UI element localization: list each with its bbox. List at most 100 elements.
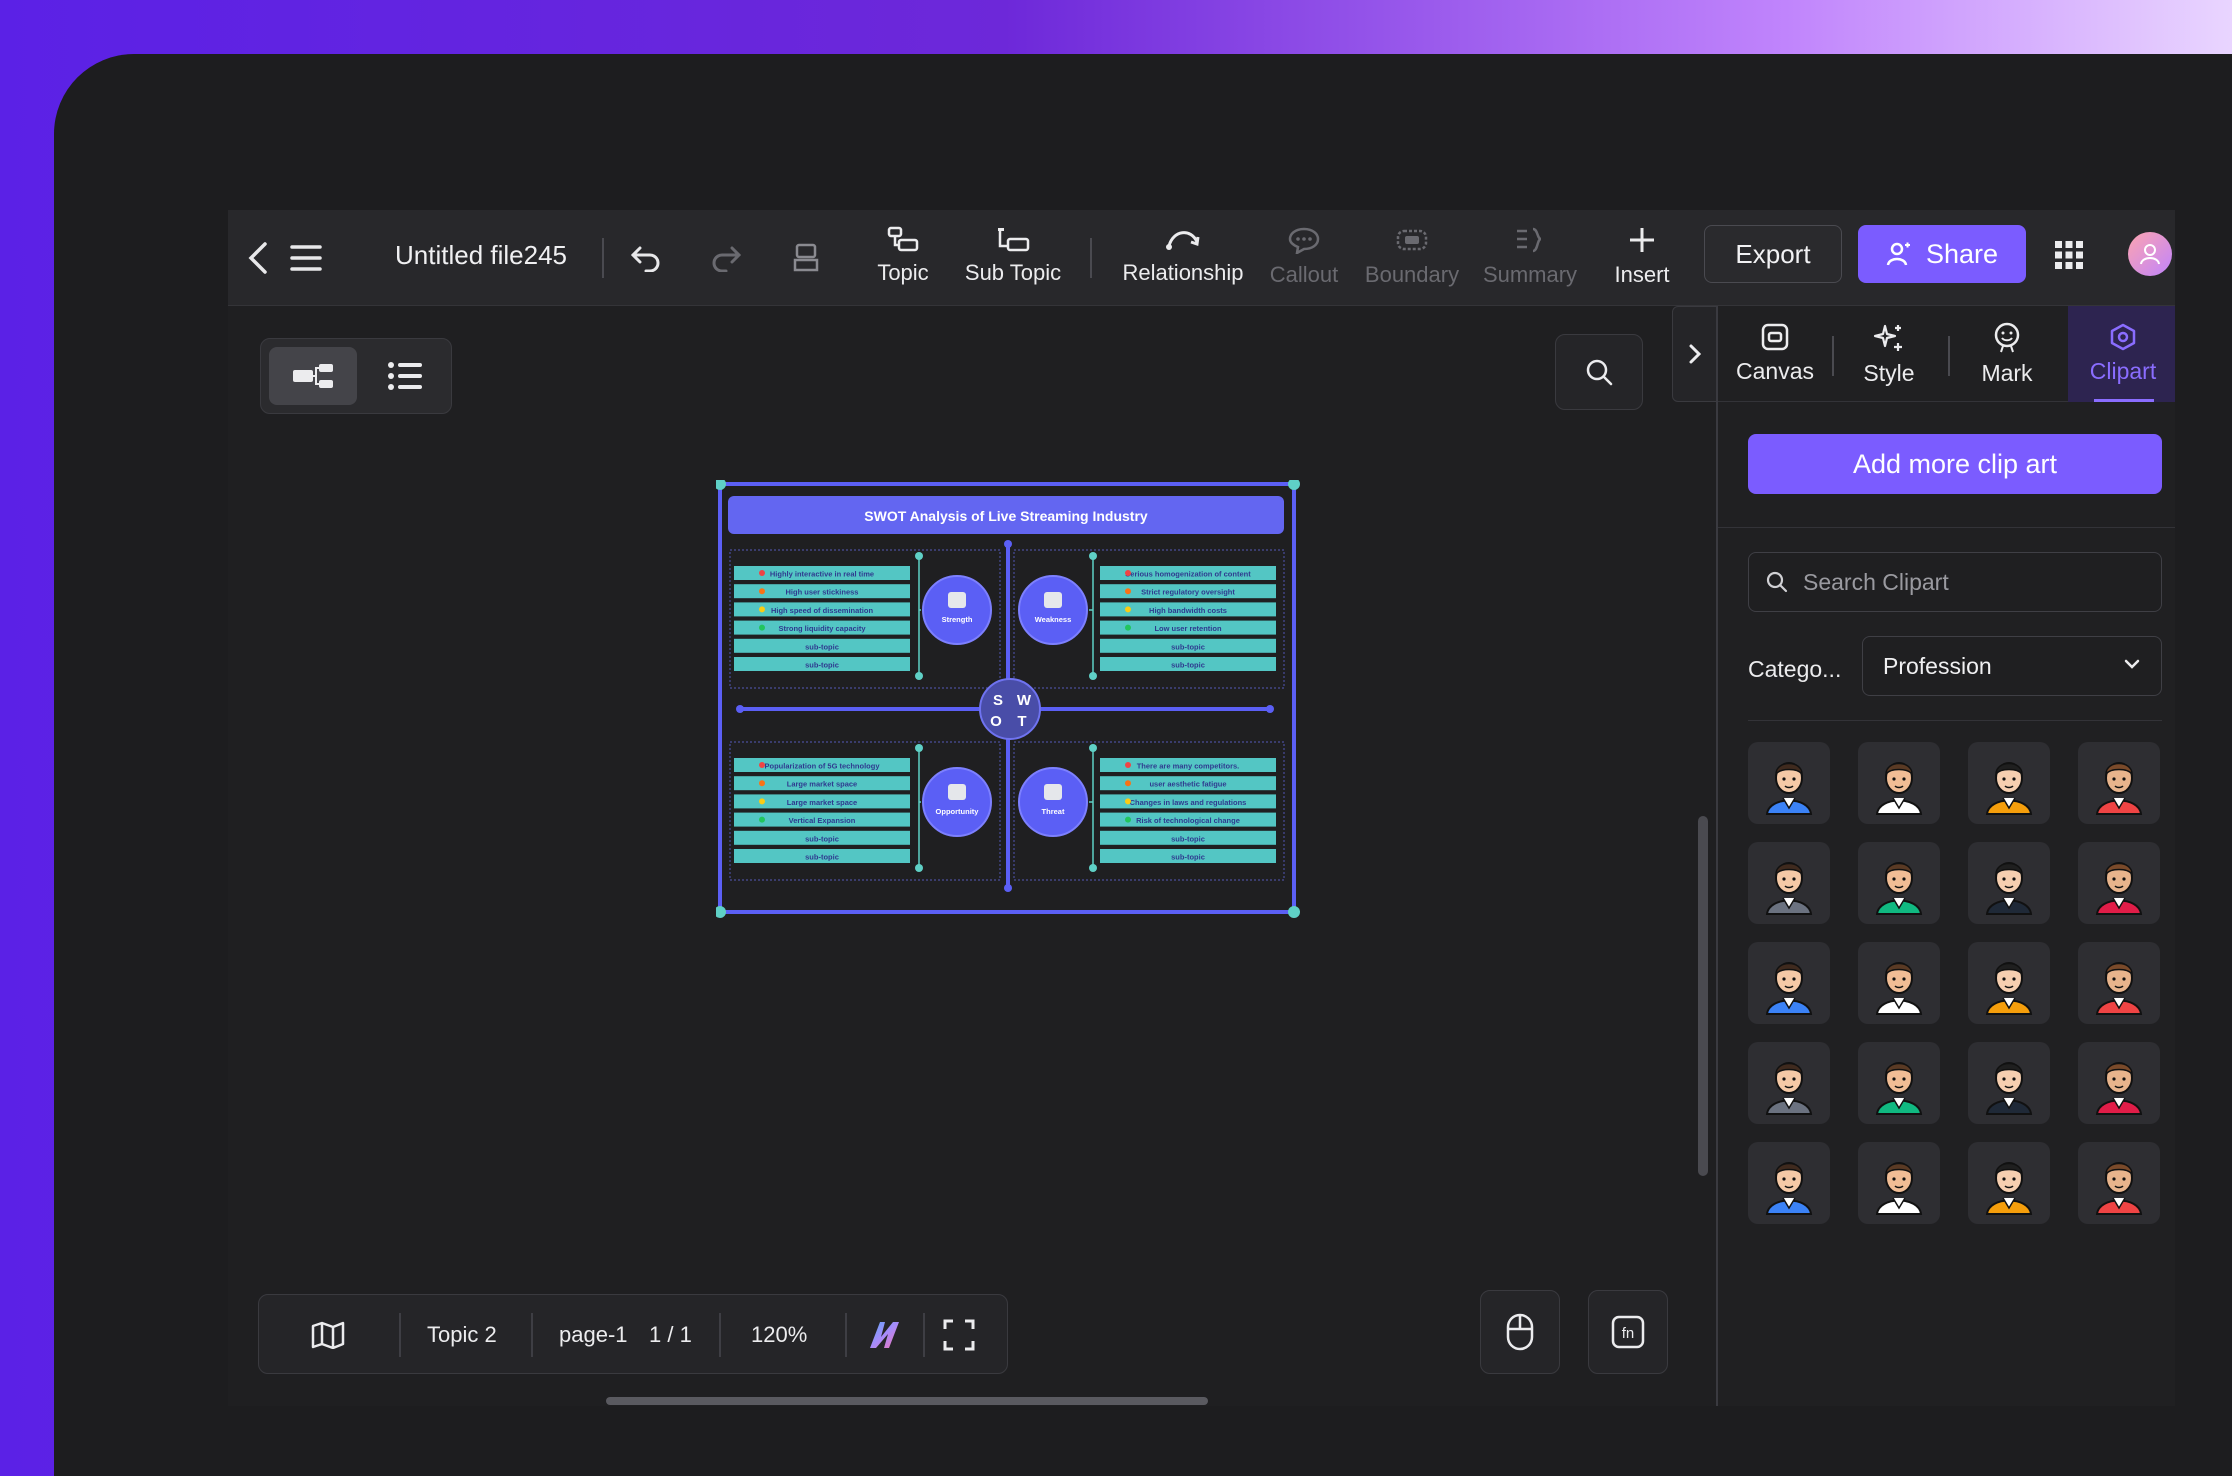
- clipart-grid: [1748, 742, 2168, 1242]
- clipart-item[interactable]: [1858, 942, 1940, 1024]
- topic-button[interactable]: Topic: [868, 220, 938, 296]
- relationship-button[interactable]: Relationship: [1118, 220, 1248, 296]
- profession-avatar-icon: [1875, 962, 1923, 1015]
- profession-avatar-icon: [1875, 762, 1923, 815]
- clipart-item[interactable]: [2078, 942, 2160, 1024]
- outline-view-button[interactable]: [363, 347, 447, 405]
- clipart-item[interactable]: [2078, 742, 2160, 824]
- clipart-search-input[interactable]: [1803, 568, 2143, 596]
- swot-center: [979, 678, 1041, 740]
- clipart-item[interactable]: [1968, 842, 2050, 924]
- clipart-item[interactable]: [1968, 1042, 2050, 1124]
- view-mode-toggle: [260, 338, 452, 414]
- mindmap-view-icon: [293, 364, 333, 388]
- map-overview-button[interactable]: [311, 1295, 345, 1375]
- file-title[interactable]: Untitled file245: [395, 240, 567, 271]
- chevron-down-icon: [2124, 659, 2140, 669]
- search-icon: [1586, 359, 1613, 386]
- clipart-search-field[interactable]: [1748, 552, 2162, 612]
- horizontal-scrollbar[interactable]: [606, 1397, 1208, 1405]
- summary-button[interactable]: Summary: [1480, 220, 1580, 296]
- tab-canvas[interactable]: Canvas: [1720, 306, 1830, 402]
- tab-mark[interactable]: Mark: [1952, 306, 2062, 402]
- threat-item: sub-topic: [1171, 834, 1205, 843]
- swot-diagram[interactable]: SWOT Analysis of Live Streaming Industry…: [716, 480, 1472, 1093]
- redo-icon[interactable]: [706, 236, 746, 280]
- strength-item: sub-topic: [805, 661, 839, 670]
- zoom-level[interactable]: 120%: [751, 1295, 807, 1375]
- clipart-item[interactable]: [1858, 1142, 1940, 1224]
- canvas-search-button[interactable]: [1555, 334, 1643, 410]
- clipart-item[interactable]: [1748, 942, 1830, 1024]
- ai-button[interactable]: [867, 1295, 907, 1375]
- mouse-mode-button[interactable]: [1480, 1290, 1560, 1374]
- add-clipart-button[interactable]: Add more clip art: [1748, 434, 2162, 494]
- weakness-icon: [1044, 592, 1062, 608]
- function-button[interactable]: fn: [1588, 1290, 1668, 1374]
- opportunity-item: sub-topic: [805, 834, 839, 843]
- insert-button[interactable]: Insert: [1606, 220, 1678, 296]
- opportunity-label: Opportunity: [936, 807, 980, 816]
- threat-label: Threat: [1042, 807, 1065, 816]
- profession-avatar-icon: [2095, 1162, 2143, 1215]
- category-value: Profession: [1883, 652, 1992, 679]
- profession-avatar-icon: [1985, 1062, 2033, 1115]
- clipart-item[interactable]: [1968, 742, 2050, 824]
- right-panel: Canvas Style Mark Clipart Add more clip …: [1716, 306, 2175, 1406]
- clipart-item[interactable]: [1858, 742, 1940, 824]
- clipart-item[interactable]: [1968, 1142, 2050, 1224]
- tab-style-label: Style: [1863, 360, 1915, 386]
- export-button[interactable]: Export: [1704, 225, 1842, 283]
- format-painter-icon[interactable]: [786, 236, 826, 280]
- clipart-item[interactable]: [1748, 742, 1830, 824]
- sub-topic-label: Sub Topic: [964, 260, 1062, 285]
- profession-avatar-icon: [2095, 762, 2143, 815]
- panel-tabs: Canvas Style Mark Clipart: [1718, 306, 2175, 402]
- category-select[interactable]: Profession: [1862, 636, 2162, 696]
- clipart-item[interactable]: [2078, 1042, 2160, 1124]
- menu-icon[interactable]: [286, 236, 326, 280]
- fullscreen-button[interactable]: [943, 1295, 975, 1375]
- clipart-item[interactable]: [1748, 842, 1830, 924]
- sub-topic-button[interactable]: Sub Topic: [958, 220, 1068, 296]
- diagram-title: SWOT Analysis of Live Streaming Industry: [864, 508, 1148, 524]
- clipart-item[interactable]: [1748, 1142, 1830, 1224]
- topic-icon: [887, 226, 919, 252]
- clipart-icon: [2110, 323, 2136, 351]
- boundary-label: Boundary: [1364, 262, 1460, 287]
- map-icon: [311, 1321, 345, 1349]
- boundary-button[interactable]: Boundary: [1362, 220, 1462, 296]
- chevron-right-icon: [1689, 344, 1702, 364]
- tab-clipart[interactable]: Clipart: [2068, 306, 2175, 402]
- opportunity-item: Large market space: [787, 798, 857, 807]
- clipart-item[interactable]: [1858, 1042, 1940, 1124]
- mindmap-view-button[interactable]: [269, 347, 357, 405]
- weakness-item: High bandwidth costs: [1149, 606, 1227, 615]
- page-name[interactable]: page-1: [559, 1295, 628, 1375]
- apps-grid-icon[interactable]: [2054, 240, 2084, 275]
- undo-icon[interactable]: [626, 236, 666, 280]
- threat-item: user aesthetic fatigue: [1149, 780, 1226, 789]
- callout-button[interactable]: Callout: [1264, 220, 1344, 296]
- clipart-item[interactable]: [2078, 1142, 2160, 1224]
- callout-label: Callout: [1269, 262, 1339, 287]
- clipart-item[interactable]: [1748, 1042, 1830, 1124]
- avatar[interactable]: [2128, 232, 2172, 276]
- vertical-scrollbar[interactable]: [1698, 816, 1708, 1176]
- opportunity-icon: [948, 784, 966, 800]
- clipart-item[interactable]: [1858, 842, 1940, 924]
- opportunity-item: Vertical Expansion: [789, 816, 856, 825]
- list-icon: [388, 362, 422, 390]
- collapse-panel-button[interactable]: [1672, 306, 1718, 402]
- current-topic[interactable]: Topic 2: [427, 1295, 497, 1375]
- share-label: Share: [1925, 238, 1999, 269]
- tab-style[interactable]: Style: [1834, 306, 1944, 402]
- clipart-item[interactable]: [1968, 942, 2050, 1024]
- back-icon[interactable]: [238, 234, 278, 282]
- clipart-item[interactable]: [2078, 842, 2160, 924]
- share-button[interactable]: Share: [1858, 225, 2026, 283]
- summary-icon: [1517, 227, 1542, 253]
- panel-divider: [1718, 527, 2175, 528]
- toolbar-divider: [1090, 238, 1092, 278]
- share-user-icon: [1886, 242, 1910, 266]
